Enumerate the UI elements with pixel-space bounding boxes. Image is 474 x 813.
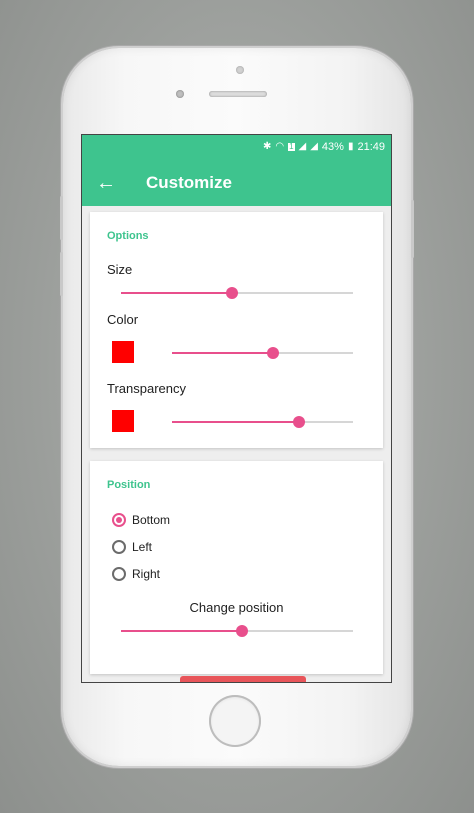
status-bar: ✱ ◠ 1 ◢ ◢ 43% ▮ 21:49 bbox=[82, 135, 391, 159]
sensor-icon bbox=[176, 90, 184, 98]
radio-button-icon[interactable] bbox=[112, 513, 126, 527]
color-swatch[interactable] bbox=[112, 341, 134, 363]
position-card: Position Bottom Left Right Change positi… bbox=[90, 461, 383, 674]
speaker-grille bbox=[209, 91, 267, 97]
signal-icon: ◢ bbox=[298, 141, 307, 152]
signal-icon: ◢ bbox=[310, 141, 318, 152]
slider-thumb[interactable] bbox=[226, 287, 239, 299]
camera-icon bbox=[236, 66, 244, 74]
radio-left[interactable]: Left bbox=[112, 540, 152, 554]
transparency-swatch[interactable] bbox=[112, 410, 134, 432]
color-label: Color bbox=[107, 312, 139, 327]
slider-fill bbox=[121, 292, 233, 294]
wifi-icon: ◠ bbox=[275, 141, 285, 152]
arrow-back-icon[interactable]: ← bbox=[96, 173, 144, 193]
app-bar: ← Customize bbox=[82, 159, 391, 206]
power-button bbox=[411, 200, 414, 258]
bluetooth-icon: ✱ bbox=[262, 141, 272, 152]
home-button[interactable] bbox=[209, 695, 261, 747]
radio-right[interactable]: Right bbox=[112, 567, 160, 581]
radio-button-icon[interactable] bbox=[112, 567, 126, 581]
options-section-title: Options bbox=[107, 230, 149, 242]
transparency-label: Transparency bbox=[107, 381, 186, 396]
volume-button bbox=[60, 252, 63, 296]
options-card: Options Size Color Transparency bbox=[90, 212, 383, 448]
change-position-label: Change position bbox=[189, 600, 284, 615]
radio-label: Bottom bbox=[132, 513, 171, 527]
transparency-slider[interactable] bbox=[172, 414, 353, 430]
radio-label: Left bbox=[132, 540, 153, 554]
change-position-slider[interactable] bbox=[121, 623, 353, 639]
slider-fill bbox=[172, 421, 299, 423]
radio-bottom[interactable]: Bottom bbox=[112, 513, 170, 527]
slider-thumb[interactable] bbox=[235, 625, 248, 637]
battery-percent: 43% bbox=[321, 141, 344, 153]
battery-icon: ▮ bbox=[347, 141, 354, 152]
position-section-title: Position bbox=[107, 479, 151, 491]
slider-fill bbox=[121, 630, 242, 632]
radio-button-icon[interactable] bbox=[112, 540, 126, 554]
page-title: Customize bbox=[146, 172, 232, 192]
sim-icon: 1 bbox=[288, 142, 295, 151]
color-slider[interactable] bbox=[172, 345, 353, 361]
slider-fill bbox=[172, 352, 274, 354]
app-screen: ✱ ◠ 1 ◢ ◢ 43% ▮ 21:49 ← Customize Option… bbox=[81, 134, 392, 683]
size-label: Size bbox=[107, 262, 133, 277]
size-slider[interactable] bbox=[121, 285, 353, 301]
slider-thumb[interactable] bbox=[292, 416, 305, 428]
volume-button bbox=[60, 196, 63, 240]
bottom-action-button[interactable] bbox=[180, 676, 306, 682]
radio-label: Right bbox=[132, 567, 161, 581]
status-time: 21:49 bbox=[357, 141, 385, 153]
slider-thumb[interactable] bbox=[267, 347, 280, 359]
